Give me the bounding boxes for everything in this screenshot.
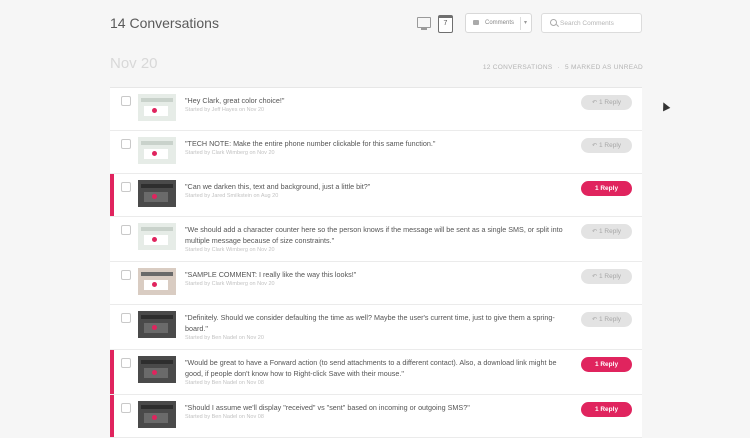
conversation-byline: Started by Ben Nadel on Nov 08 xyxy=(185,414,264,420)
conversation-message: "Can we darken this, text and background… xyxy=(185,182,371,191)
conversation-message: "Would be great to have a Forward action… xyxy=(185,358,557,378)
conversation-byline: Started by Jeff Hayes on Nov 20 xyxy=(185,107,265,113)
row-checkbox[interactable] xyxy=(121,358,131,368)
conversation-message: "We should add a character counter here … xyxy=(185,225,563,245)
reply-button[interactable]: 1 Reply xyxy=(581,402,632,417)
row-checkbox[interactable] xyxy=(121,182,131,192)
row-checkbox[interactable] xyxy=(121,96,131,106)
conversation-byline: Started by Ben Nadel on Nov 08 xyxy=(185,380,264,386)
reply-count: 1 Reply xyxy=(594,185,619,192)
search-input[interactable] xyxy=(560,17,638,29)
conversation-row[interactable]: "SAMPLE COMMENT: I really like the way t… xyxy=(110,262,642,305)
conversation-byline: Started by Clark Wimberg on Nov 20 xyxy=(185,150,275,156)
chevron-down-icon[interactable]: ▾ xyxy=(524,19,527,26)
conversation-text: "Can we darken this, text and background… xyxy=(185,181,565,199)
desktop-icon[interactable] xyxy=(417,17,431,30)
reply-arrow-icon: ↶ xyxy=(591,143,597,149)
conversation-text: "We should add a character counter here … xyxy=(185,224,565,253)
conversation-row[interactable]: "TECH NOTE: Make the entire phone number… xyxy=(110,131,642,174)
conversation-list: "Hey Clark, great color choice!" Started… xyxy=(110,87,642,438)
search-icon xyxy=(550,19,557,26)
conversation-byline: Started by Ben Nadel on Nov 20 xyxy=(185,335,264,341)
conversation-row[interactable]: "Hey Clark, great color choice!" Started… xyxy=(110,88,642,131)
page-title: 14 Conversations xyxy=(110,15,219,31)
row-checkbox[interactable] xyxy=(121,313,131,323)
date-heading: Nov 20 xyxy=(110,55,158,72)
row-checkbox[interactable] xyxy=(121,403,131,413)
conversation-text: "Would be great to have a Forward action… xyxy=(185,357,565,386)
screenshot-thumbnail[interactable] xyxy=(138,401,176,428)
reply-count: 1 Reply xyxy=(598,228,622,235)
conversation-text: "Hey Clark, great color choice!" Started… xyxy=(185,95,565,113)
conversation-text: "TECH NOTE: Make the entire phone number… xyxy=(185,138,565,156)
row-checkbox[interactable] xyxy=(121,270,131,280)
reply-button[interactable]: ↶ 1 Reply xyxy=(581,138,632,153)
conversation-byline: Started by Clark Wimberg on Nov 20 xyxy=(185,247,275,253)
reply-arrow-icon: ↶ xyxy=(591,100,597,106)
conversation-message: "SAMPLE COMMENT: I really like the way t… xyxy=(185,270,357,279)
screenshot-thumbnail[interactable] xyxy=(138,356,176,383)
reply-arrow-icon: ↶ xyxy=(591,317,597,323)
reply-button[interactable]: ↶ 1 Reply xyxy=(581,224,632,239)
reply-button[interactable]: ↶ 1 Reply xyxy=(581,95,632,110)
reply-count: 1 Reply xyxy=(598,142,622,149)
mouse-cursor xyxy=(659,100,671,112)
search-box[interactable] xyxy=(541,13,642,33)
reply-count: 1 Reply xyxy=(598,316,622,323)
separator: · xyxy=(557,64,560,71)
conversation-row[interactable]: "Definitely. Should we consider defaulti… xyxy=(110,305,642,350)
conversation-text: "Should I assume we'll display "received… xyxy=(185,402,565,420)
row-checkbox[interactable] xyxy=(121,225,131,235)
comments-filter-label: Comments xyxy=(485,20,515,26)
conversation-text: "Definitely. Should we consider defaulti… xyxy=(185,312,565,341)
comment-icon xyxy=(473,20,479,25)
screenshot-thumbnail[interactable] xyxy=(138,180,176,207)
conversation-message: "Should I assume we'll display "received… xyxy=(185,403,470,412)
conversation-message: "Hey Clark, great color choice!" xyxy=(185,96,285,105)
reply-count: 1 Reply xyxy=(598,99,622,106)
reply-arrow-icon: ↶ xyxy=(591,229,597,235)
screenshot-thumbnail[interactable] xyxy=(138,311,176,338)
conversation-row-unread[interactable]: "Would be great to have a Forward action… xyxy=(110,350,642,395)
screenshot-thumbnail[interactable] xyxy=(138,268,176,295)
screenshot-thumbnail[interactable] xyxy=(138,223,176,250)
calendar-day: 7 xyxy=(443,20,448,27)
row-checkbox[interactable] xyxy=(121,139,131,149)
conversation-row-unread[interactable]: "Can we darken this, text and background… xyxy=(110,174,642,217)
button-divider xyxy=(520,17,521,30)
conversation-row[interactable]: "We should add a character counter here … xyxy=(110,217,642,262)
screenshot-thumbnail[interactable] xyxy=(138,94,176,121)
conversation-row-unread[interactable]: "Should I assume we'll display "received… xyxy=(110,395,642,438)
conversation-message: "TECH NOTE: Make the entire phone number… xyxy=(185,139,436,148)
conversation-message: "Definitely. Should we consider defaulti… xyxy=(185,313,555,333)
reply-count: 1 Reply xyxy=(598,273,622,280)
reply-count: 1 Reply xyxy=(594,361,619,368)
conversation-byline: Started by Jared Smilkstein on Aug 20 xyxy=(185,193,279,199)
reply-count: 1 Reply xyxy=(594,406,619,413)
screenshot-thumbnail[interactable] xyxy=(138,137,176,164)
reply-button[interactable]: ↶ 1 Reply xyxy=(581,312,632,327)
reply-button[interactable]: ↶ 1 Reply xyxy=(581,269,632,284)
conversation-text: "SAMPLE COMMENT: I really like the way t… xyxy=(185,269,565,287)
unread-count: 5 MARKED AS UNREAD xyxy=(564,64,643,71)
comments-filter-button[interactable]: Comments ▾ xyxy=(465,13,532,33)
reply-button[interactable]: 1 Reply xyxy=(581,357,632,372)
summary-meta: 12 CONVERSATIONS · 5 MARKED AS UNREAD xyxy=(483,64,643,71)
conversation-byline: Started by Clark Wimberg on Nov 20 xyxy=(185,281,275,287)
reply-button[interactable]: 1 Reply xyxy=(581,181,632,196)
reply-arrow-icon: ↶ xyxy=(591,274,597,280)
conversation-count: 12 CONVERSATIONS xyxy=(482,64,553,71)
calendar-icon[interactable]: 7 xyxy=(438,15,453,33)
